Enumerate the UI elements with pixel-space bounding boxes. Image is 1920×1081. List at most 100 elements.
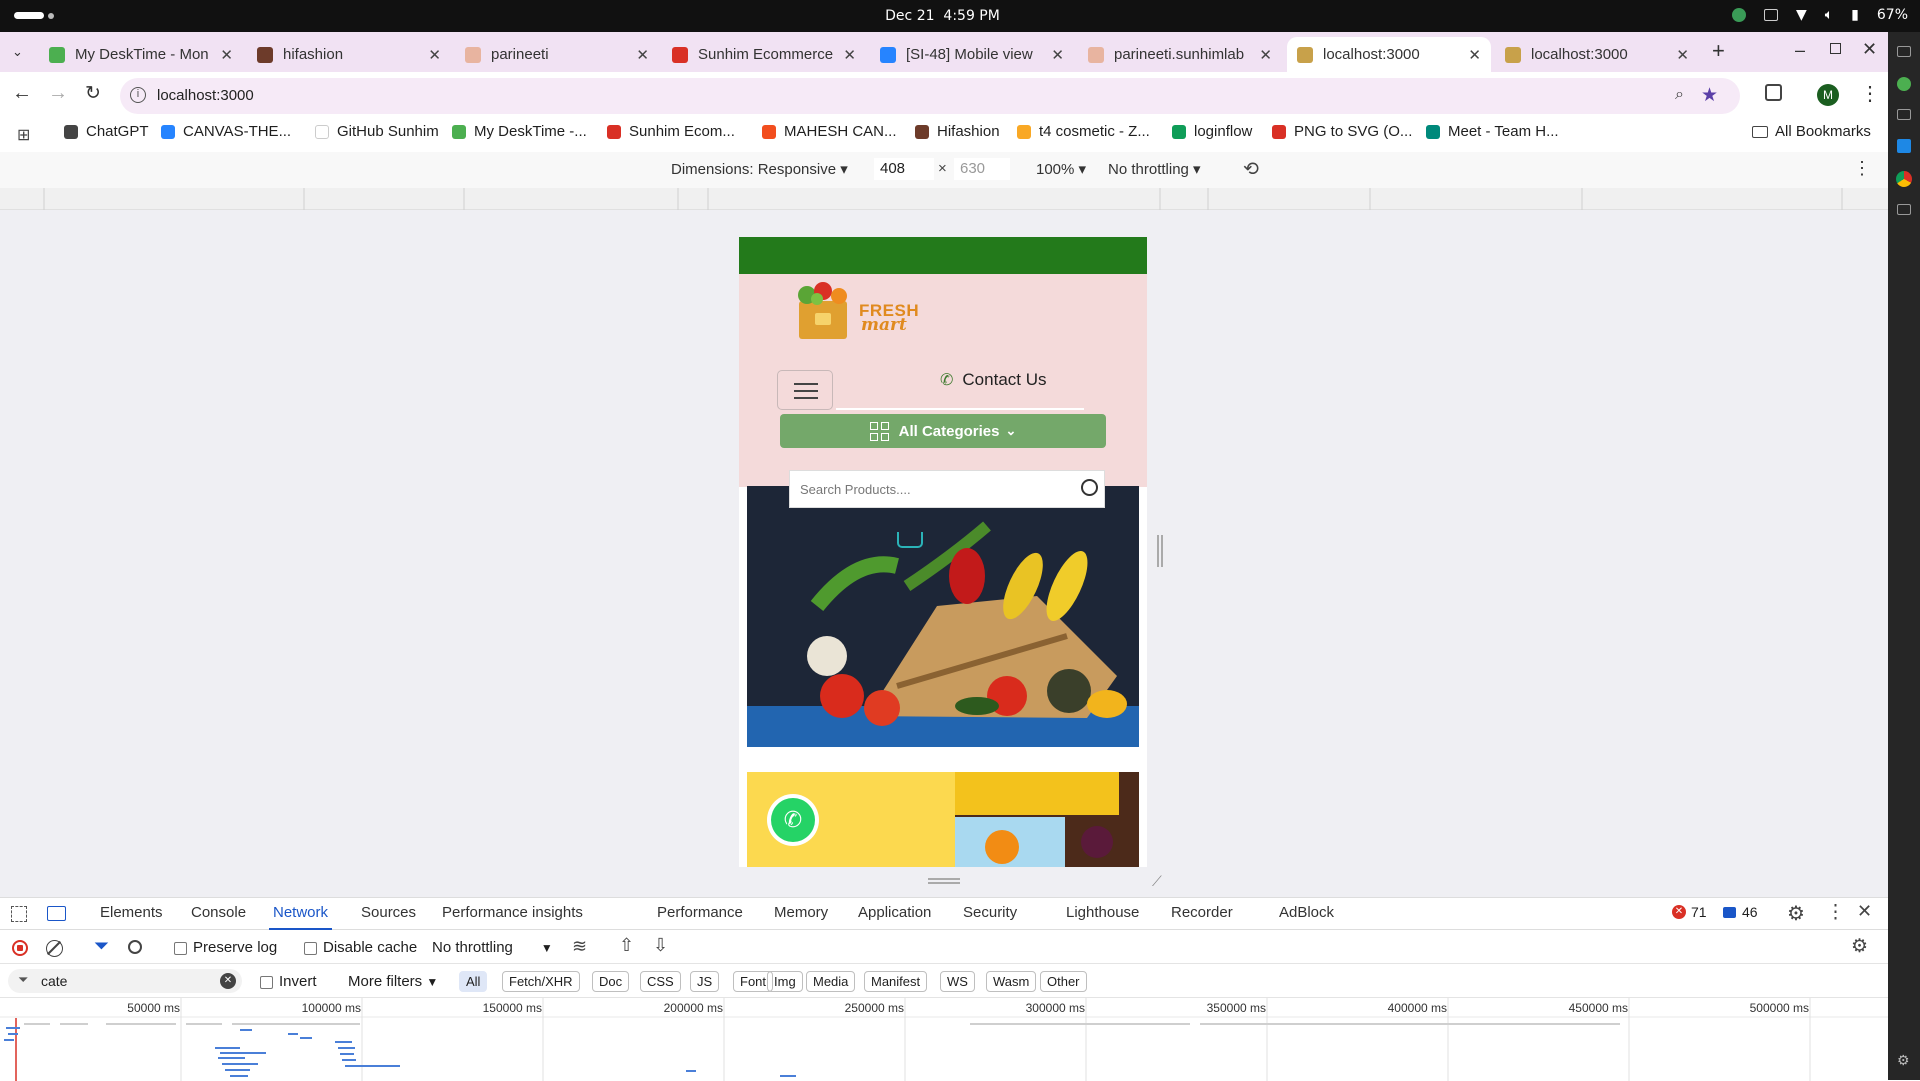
tab-close-icon[interactable]: ✕ [220,46,233,64]
tab-close-icon[interactable]: ✕ [1468,46,1481,64]
bookmark-item[interactable]: t4 cosmetic - Z... [1017,123,1150,140]
app-indicator-icon[interactable] [1731,8,1746,22]
resource-type-filter[interactable]: WS [940,971,975,992]
device-width-input[interactable]: 408 [874,158,934,180]
inspect-element-icon[interactable] [11,906,27,922]
wifi-icon[interactable]: ▼ [1796,7,1807,23]
export-har-icon[interactable]: ⇩ [653,935,668,956]
more-filters-dropdown[interactable]: More filters ▼ [348,973,438,990]
tab-close-icon[interactable]: ✕ [1676,46,1689,64]
dock-terminal-icon[interactable] [1897,109,1911,120]
devtools-tab[interactable]: Application [858,904,931,921]
devtools-tab[interactable]: Sources [361,904,416,921]
contact-us-link[interactable]: ✆ Contact Us [940,370,1047,390]
device-toolbar-menu-icon[interactable]: ⋮ [1853,158,1871,179]
dock-app-1-icon[interactable] [1897,46,1911,57]
resize-handle-corner[interactable]: ⟋ [1152,873,1162,890]
resource-type-filter[interactable]: CSS [640,971,681,992]
devtools-tab[interactable]: Recorder [1171,904,1233,921]
clear-log-icon[interactable] [46,940,63,957]
screen-icon[interactable] [1763,9,1778,21]
extensions-icon[interactable] [1765,84,1782,101]
bookmark-item[interactable]: Meet - Team H... [1426,123,1559,140]
import-har-icon[interactable]: ⇧ [619,935,634,956]
browser-tab[interactable]: localhost:3000 ✕ [1495,37,1699,72]
apps-grid-icon[interactable]: ⊞ [17,125,30,145]
bookmark-item[interactable]: My DeskTime -... [452,123,587,140]
dock-app-2-icon[interactable] [1897,77,1911,91]
devtools-menu-icon[interactable]: ⋮ [1826,901,1845,924]
site-logo[interactable]: FRESH mart [789,279,929,341]
resource-type-filter[interactable]: Media [806,971,856,992]
browser-tab[interactable]: hifashion ✕ [247,37,451,72]
browser-menu-icon[interactable]: ⋮ [1860,81,1880,106]
browser-tab[interactable]: parineeti.sunhimlab ✕ [1078,37,1282,72]
devtools-tab[interactable]: Security [963,904,1017,921]
site-info-icon[interactable]: i [130,87,146,103]
throttle-dropdown[interactable]: No throttling ▾ [1108,160,1201,178]
tab-search-chevron-icon[interactable]: ⌄ [12,44,23,60]
preserve-log-checkbox[interactable]: Preserve log [174,939,277,956]
search-icon[interactable] [1081,479,1098,496]
resource-type-filter[interactable]: JS [690,971,720,992]
devtools-settings-icon[interactable]: ⚙ [1787,901,1805,926]
error-count[interactable]: ✕ 71 [1672,904,1707,920]
volume-icon[interactable]: 🔈︎ [1825,7,1833,23]
hamburger-menu-button[interactable] [777,370,833,410]
reload-button[interactable]: ↻ [85,82,101,105]
tab-close-icon[interactable]: ✕ [428,46,441,64]
record-button[interactable] [12,940,28,956]
dock-vscode-icon[interactable] [1897,139,1911,153]
restore-window-button[interactable] [1830,43,1841,54]
bookmark-item[interactable]: ChatGPT [64,123,149,140]
devtools-tab[interactable]: Memory [774,904,828,921]
zoom-dropdown[interactable]: 100% ▾ [1036,160,1086,178]
new-tab-button[interactable]: + [1712,38,1725,64]
bookmark-star-icon[interactable]: ★ [1701,84,1718,107]
devtools-close-icon[interactable]: ✕ [1857,901,1872,922]
network-throttling-dropdown[interactable]: No throttling ▼ [432,939,553,956]
devtools-tab[interactable]: Performance insights [442,904,583,921]
bookmark-item[interactable]: MAHESH CAN... [762,123,897,140]
back-button[interactable]: ← [12,82,32,105]
rotate-icon[interactable]: ⟲ [1243,158,1259,181]
os-clock[interactable]: Dec 21 4:59 PM [0,8,1885,24]
close-window-button[interactable]: ✕ [1862,39,1877,60]
devtools-tab[interactable]: Console [191,904,246,921]
browser-tab[interactable]: localhost:3000 ✕ [1287,37,1491,72]
bookmark-item[interactable]: Hifashion [915,123,1000,140]
devtools-tab[interactable]: Performance [657,904,743,921]
browser-tab[interactable]: parineeti ✕ [455,37,659,72]
search-input[interactable]: Search Products.... [800,482,911,497]
resize-handle-bottom[interactable] [928,878,960,884]
invert-checkbox[interactable]: Invert [260,973,317,990]
devtools-tab[interactable]: Elements [100,904,163,921]
resource-type-filter[interactable]: Manifest [864,971,928,992]
filter-input[interactable]: ⏷ cate ✕ [8,969,242,993]
devtools-tab[interactable]: Network [268,904,333,930]
tab-close-icon[interactable]: ✕ [1051,46,1064,64]
browser-tab[interactable]: [SI-48] Mobile view ✕ [870,37,1074,72]
resource-type-filter[interactable]: Fetch/XHR [502,971,580,992]
resize-handle-right[interactable] [1157,535,1163,567]
promo-banner[interactable]: ✆ [747,772,1139,867]
url-text[interactable]: localhost:3000 [157,87,254,104]
disable-cache-checkbox[interactable]: Disable cache [304,939,417,956]
all-categories-button[interactable]: All Categories ⌄ [780,414,1106,448]
dock-chrome-icon[interactable] [1896,171,1912,187]
devtools-tab[interactable]: Lighthouse [1066,904,1139,921]
bookmark-item[interactable]: loginflow [1172,123,1252,140]
device-height-input[interactable]: 630 [954,158,1010,180]
bookmark-item[interactable]: CANVAS-THE... [161,123,291,140]
hero-banner[interactable] [747,486,1139,747]
browser-tab[interactable]: Sunhim Ecommerce ✕ [662,37,866,72]
address-bar[interactable]: i localhost:3000 ⌕ ★ [120,78,1740,114]
message-count[interactable]: 46 [1723,904,1758,920]
bookmark-item[interactable]: GitHub Sunhim [315,123,439,140]
whatsapp-button[interactable]: ✆ [767,794,819,846]
tab-close-icon[interactable]: ✕ [1259,46,1272,64]
resource-type-filter[interactable]: Wasm [986,971,1037,992]
browser-tab[interactable]: My DeskTime - Mon ✕ [39,37,243,72]
battery-icon[interactable]: ▮ [1851,7,1859,23]
network-conditions-icon[interactable]: ≋ [572,936,587,957]
